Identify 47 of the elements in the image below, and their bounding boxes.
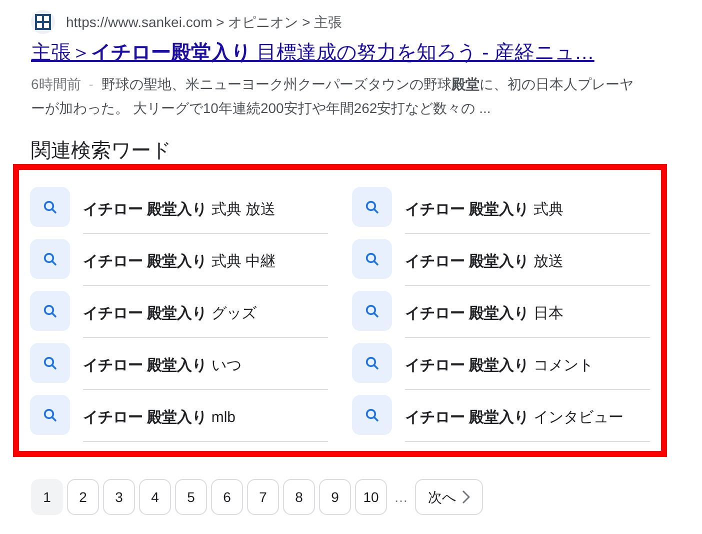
search-icon [43,304,57,318]
search-icon [43,200,57,214]
related-search-text: イチロー 殿堂入り コメント [405,356,594,376]
page-button[interactable]: 2 [67,479,99,515]
search-icon [365,200,379,214]
site-logo-icon [31,10,55,34]
next-page-button[interactable]: 次へ [415,479,483,515]
related-search-text: イチロー 殿堂入り 日本 [405,304,564,324]
related-search-item[interactable]: イチロー 殿堂入り 放送 [352,239,650,291]
page-button[interactable]: 7 [247,479,279,515]
search-icon [43,252,57,266]
page-button[interactable]: 10 [355,479,387,515]
related-search-text: イチロー 殿堂入り 式典 [405,200,564,220]
search-icon [365,304,379,318]
related-search-text: イチロー 殿堂入り いつ [83,356,242,376]
page-button[interactable]: 9 [319,479,351,515]
page-button[interactable]: 4 [139,479,171,515]
page-button[interactable]: 1 [31,479,63,515]
page-button[interactable]: 3 [103,479,135,515]
related-search-item[interactable]: イチロー 殿堂入り 式典 [352,187,650,239]
page-button[interactable]: 6 [211,479,243,515]
related-search-item[interactable]: イチロー 殿堂入り 日本 [352,291,650,343]
chevron-right-icon [462,490,470,504]
search-icon [43,408,57,422]
result-url: https://www.sankei.com > オピニオン > 主張 [66,12,342,32]
related-search-text: イチロー 殿堂入り 式典 放送 [83,200,276,220]
page-button[interactable]: 5 [175,479,207,515]
page-button[interactable]: 8 [283,479,315,515]
pagination-ellipsis: … [394,488,408,506]
related-heading: 関連検索ワード [31,139,172,164]
search-icon [365,252,379,266]
search-icon [365,356,379,370]
related-search-item[interactable]: イチロー 殿堂入り グッズ [30,291,328,343]
related-search-text: イチロー 殿堂入り 式典 中継 [83,252,276,272]
related-search-text: イチロー 殿堂入り mlb [83,408,236,428]
related-search-text: イチロー 殿堂入り インタビュー [405,408,624,428]
related-search-item[interactable]: イチロー 殿堂入り 式典 中継 [30,239,328,291]
search-icon [43,356,57,370]
related-search-text: イチロー 殿堂入り グッズ [83,304,256,324]
related-search-text: イチロー 殿堂入り 放送 [405,252,564,272]
search-icon [365,408,379,422]
related-search-item[interactable]: イチロー 殿堂入り mlb [30,395,328,447]
related-search-item[interactable]: イチロー 殿堂入り コメント [352,343,650,395]
related-search-item[interactable]: イチロー 殿堂入り 式典 放送 [30,187,328,239]
related-search-item[interactable]: イチロー 殿堂入り いつ [30,343,328,395]
related-search-item[interactable]: イチロー 殿堂入り インタビュー [352,395,650,447]
result-snippet: 6時間前 - 野球の聖地、米ニューヨーク州クーパーズタウンの野球殿堂に、初の日本人プレーヤーが加わった。 大リーグで10年連続200安打や年間262安打など数々の ... [31,75,634,118]
